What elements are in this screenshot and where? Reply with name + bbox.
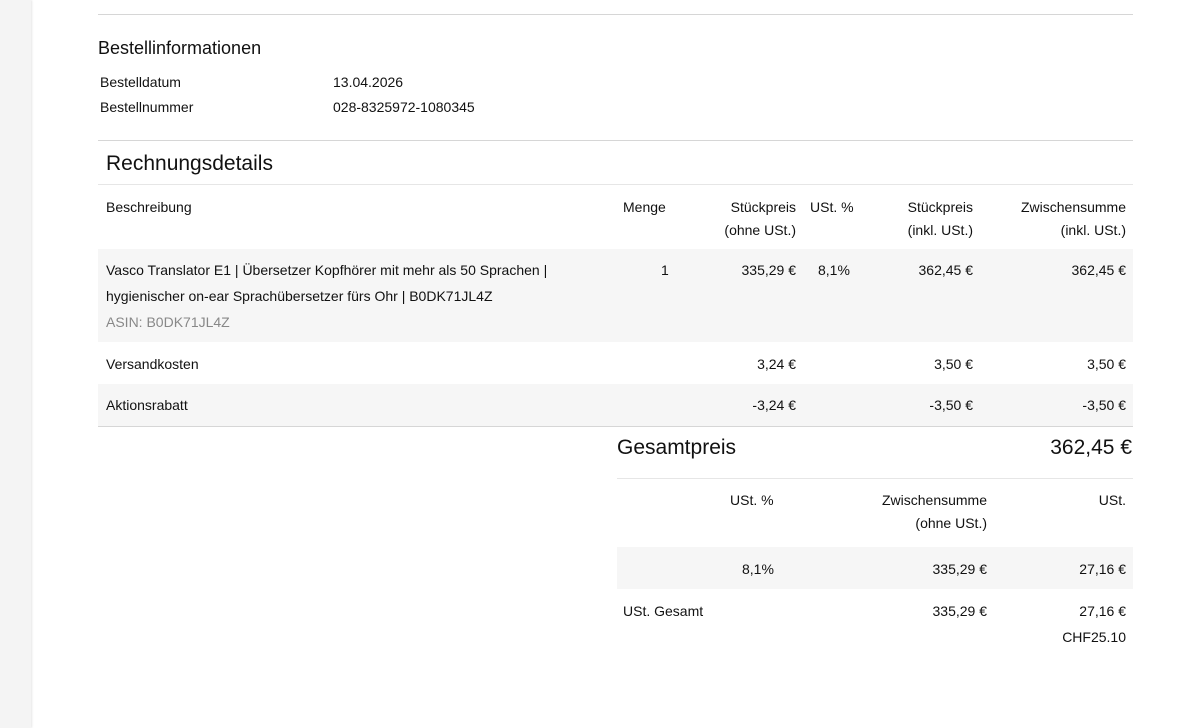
order-number-value: 028-8325972-1080345 <box>333 99 475 115</box>
header-unit-net-line1: Stückpreis <box>730 199 796 215</box>
vat-row-pct: 8,1% <box>742 561 774 577</box>
order-info-title: Bestellinformationen <box>98 38 262 58</box>
header-unit-gross-line1: Stückpreis <box>907 199 973 215</box>
item-unit-gross: 362,45 € <box>918 262 974 278</box>
item-subtotal: 362,45 € <box>1071 262 1127 278</box>
header-unit-net-line2: (ohne USt.) <box>724 222 796 238</box>
order-number-label: Bestellnummer <box>100 99 194 115</box>
vat-header-net-subtotal: Zwischensumme (ohne USt.) <box>860 489 987 535</box>
top-divider <box>98 14 1133 15</box>
total-divider <box>617 478 1133 479</box>
page-left-margin <box>0 0 31 728</box>
item-description-line1: Vasco Translator E1 | Übersetzer Kopfhör… <box>106 262 548 278</box>
shipping-label: Versandkosten <box>106 356 199 372</box>
vat-total-vat-chf: CHF25.10 <box>1062 629 1126 645</box>
vat-row-vat: 27,16 € <box>1079 561 1126 577</box>
shipping-subtotal: 3,50 € <box>1087 356 1126 372</box>
vat-total-vat: 27,16 € CHF25.10 <box>1040 598 1126 650</box>
vat-header-vat: USt. <box>1098 492 1126 508</box>
vat-total-label: USt. Gesamt <box>623 603 704 619</box>
total-value: 362,45 € <box>1050 436 1132 459</box>
discount-unit-net: -3,24 € <box>752 397 796 413</box>
item-asin: ASIN: B0DK71JL4Z <box>106 314 230 330</box>
header-description: Beschreibung <box>106 199 192 215</box>
header-subtotal-line2: (inkl. USt.) <box>1060 222 1126 238</box>
item-description: Vasco Translator E1 | Übersetzer Kopfhör… <box>106 257 547 335</box>
item-unit-net: 335,29 € <box>741 262 797 278</box>
vat-row-net-subtotal: 335,29 € <box>932 561 988 577</box>
vat-header-pct: USt. % <box>730 492 774 508</box>
order-info-divider <box>98 140 1133 141</box>
invoice-title: Rechnungsdetails <box>106 152 273 175</box>
shipping-unit-gross: 3,50 € <box>934 356 973 372</box>
header-quantity: Menge <box>623 199 666 215</box>
vat-total-net-subtotal: 335,29 € <box>932 603 988 619</box>
item-vat-pct: 8,1% <box>818 262 850 278</box>
order-date-label: Bestelldatum <box>100 74 181 90</box>
order-date-value: 13.04.2026 <box>333 74 404 90</box>
item-quantity: 1 <box>661 262 669 278</box>
invoice-title-divider <box>98 184 1133 185</box>
discount-subtotal: -3,50 € <box>1082 397 1126 413</box>
item-description-line2: hygienischer on-ear Sprachübersetzer für… <box>106 288 493 304</box>
discount-row <box>98 384 1133 426</box>
header-subtotal: Zwischensumme (inkl. USt.) <box>1005 196 1126 242</box>
header-unit-net: Stückpreis (ohne USt.) <box>690 196 796 242</box>
vat-header-net-subtotal-line1: Zwischensumme <box>881 492 987 508</box>
discount-unit-gross: -3,50 € <box>929 397 973 413</box>
discount-label: Aktionsrabatt <box>106 397 188 413</box>
invoice-table-bottom <box>98 426 1133 427</box>
vat-header-net-subtotal-line2: (ohne USt.) <box>915 515 987 531</box>
header-subtotal-line1: Zwischensumme <box>1020 199 1126 215</box>
header-unit-gross: Stückpreis (inkl. USt.) <box>880 196 973 242</box>
vat-total-vat-eur: 27,16 € <box>1079 603 1126 619</box>
total-label: Gesamtpreis <box>617 436 737 459</box>
header-unit-gross-line2: (inkl. USt.) <box>907 222 973 238</box>
shipping-unit-net: 3,24 € <box>757 356 796 372</box>
header-vat-pct: USt. % <box>810 199 854 215</box>
